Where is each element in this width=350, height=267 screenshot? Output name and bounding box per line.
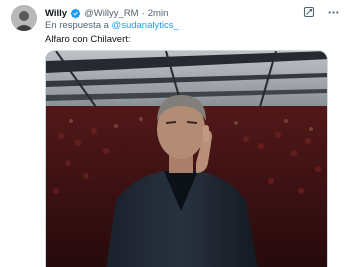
author-name[interactable]: Willy	[45, 8, 67, 19]
header-actions	[302, 5, 340, 19]
reply-prefix: En respuesta a	[45, 20, 109, 31]
tweet[interactable]: Willy @Willyy_RM · 2min En respuesta a @…	[0, 0, 350, 267]
grok-icon[interactable]	[302, 5, 316, 19]
video-frame	[46, 51, 327, 267]
tweet-media-video[interactable]	[45, 50, 328, 267]
timestamp[interactable]: 2min	[148, 8, 169, 19]
reply-context: En respuesta a @sudanalytics_	[45, 20, 179, 31]
avatar[interactable]	[11, 5, 37, 31]
more-options-icon[interactable]	[326, 5, 340, 19]
reply-mention-link[interactable]: @sudanalytics_	[112, 20, 179, 31]
author-handle[interactable]: @Willyy_RM	[84, 8, 139, 19]
tweet-text: Alfaro con Chilavert:	[45, 34, 131, 45]
verified-badge-icon	[70, 8, 81, 19]
separator-dot: ·	[141, 7, 145, 19]
tweet-header: Willy @Willyy_RM · 2min	[45, 5, 168, 21]
